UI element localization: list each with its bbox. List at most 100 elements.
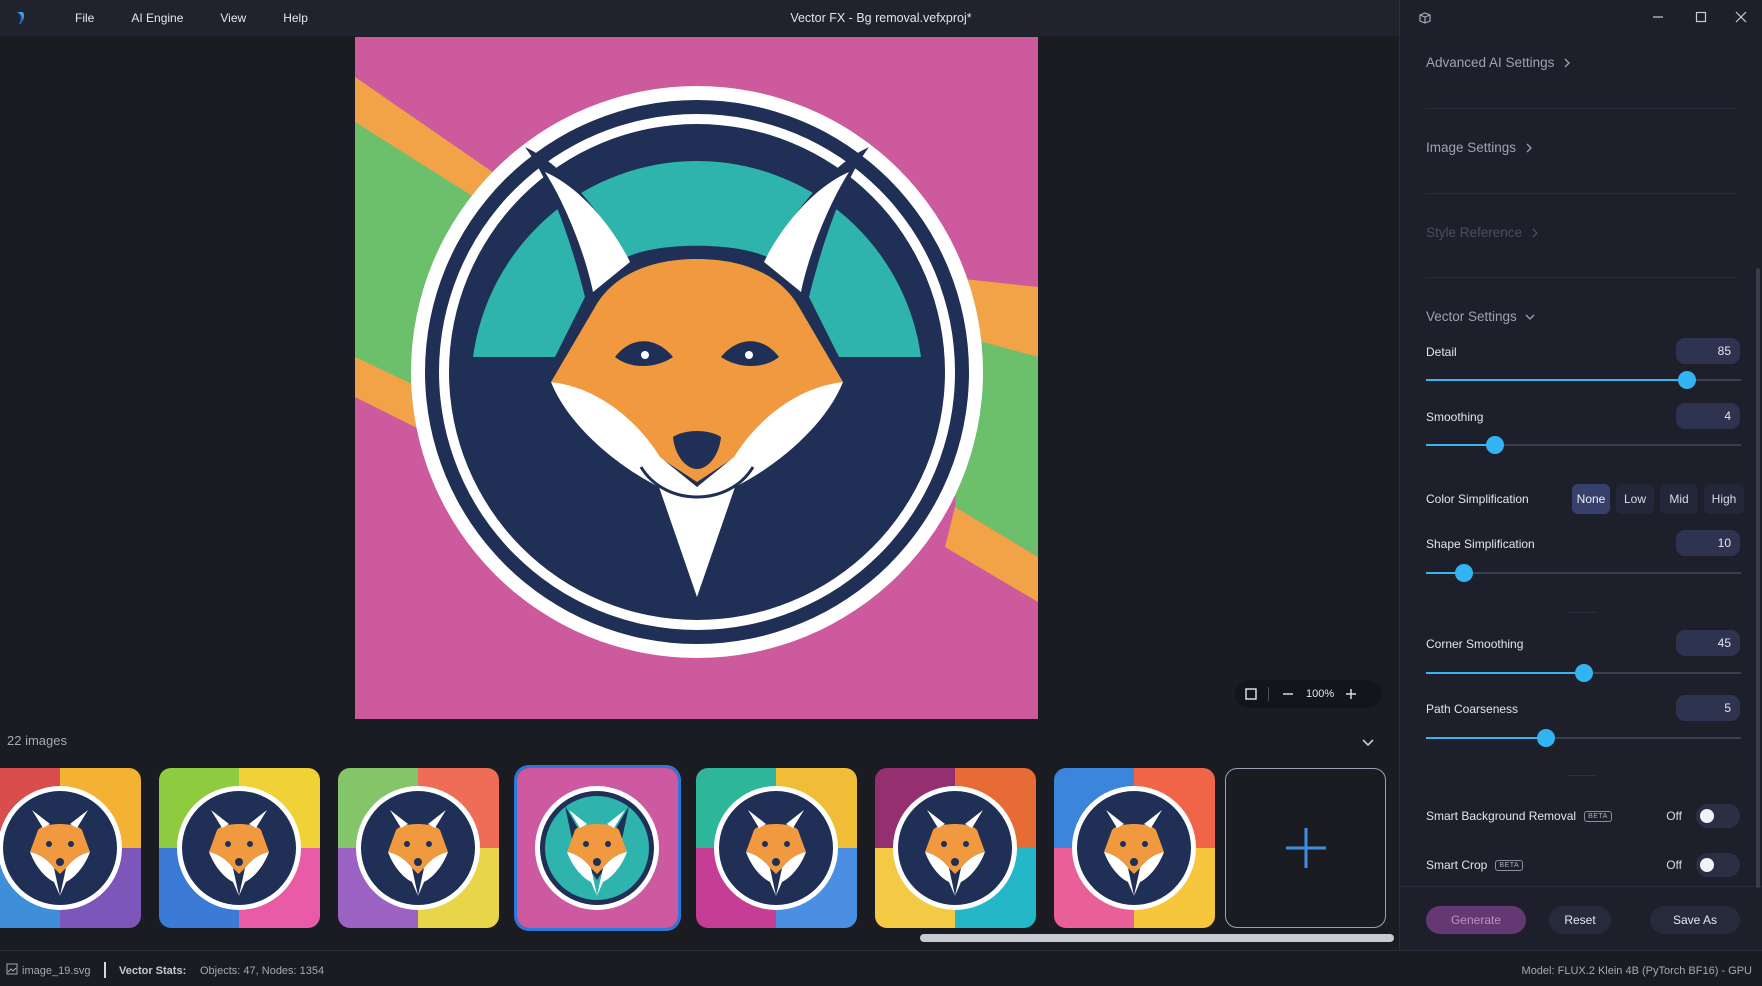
close-icon — [1735, 11, 1747, 23]
section-label: Advanced AI Settings — [1426, 55, 1555, 70]
smoothing-slider[interactable] — [1426, 436, 1741, 454]
corner-smoothing-value[interactable]: 45 — [1676, 630, 1740, 656]
gallery-thumbnail[interactable] — [0, 768, 141, 928]
detail-value[interactable]: 85 — [1676, 338, 1740, 364]
color-option-none[interactable]: None — [1572, 484, 1610, 514]
vector-stats-value: Objects: 47, Nodes: 1354 — [200, 965, 325, 977]
shape-simplification-slider[interactable] — [1426, 564, 1741, 582]
zoom-out-icon[interactable] — [1281, 687, 1295, 701]
smart-background-removal-label: Smart Background Removal — [1426, 809, 1577, 823]
status-bar: image_19.svg Vector Stats: Objects: 47, … — [0, 950, 1762, 986]
gallery-thumbnail[interactable] — [696, 768, 857, 928]
save-as-button[interactable]: Save As — [1650, 906, 1740, 934]
panel-icon[interactable] — [1417, 10, 1433, 26]
chevron-down-icon — [1525, 314, 1535, 320]
app-logo-icon — [17, 12, 24, 24]
smart-crop-row: Smart Crop BETA Off — [1426, 852, 1740, 878]
zoom-in-icon[interactable] — [1344, 687, 1358, 701]
chevron-down-icon[interactable] — [1360, 734, 1376, 750]
minimize-button[interactable] — [1645, 6, 1671, 28]
fox-thumbnail-image — [696, 768, 857, 928]
slider-thumb[interactable] — [1486, 436, 1505, 454]
vector-stats-label: Vector Stats: — [119, 965, 187, 977]
divider — [1568, 775, 1596, 776]
toggle-state: Off — [1666, 809, 1682, 823]
divider — [1568, 612, 1596, 613]
toggle-state: Off — [1666, 858, 1682, 872]
section-advanced-ai-settings[interactable]: Advanced AI Settings — [1426, 55, 1572, 70]
gallery-thumbnail[interactable] — [1054, 768, 1215, 928]
menu-help[interactable]: Help — [264, 0, 326, 36]
shape-simplification-value[interactable]: 10 — [1676, 530, 1740, 556]
gallery-thumbnail[interactable] — [159, 768, 320, 928]
smoothing-label: Smoothing — [1426, 410, 1484, 424]
path-coarseness-slider[interactable] — [1426, 729, 1741, 747]
section-label: Style Reference — [1426, 225, 1523, 240]
maximize-button[interactable] — [1688, 6, 1714, 28]
fox-logo-artwork — [355, 37, 1038, 719]
add-image-button[interactable] — [1225, 768, 1386, 928]
fox-thumbnail-image — [517, 768, 678, 928]
smoothing-value[interactable]: 4 — [1676, 403, 1740, 429]
zoom-toolbar: 100% — [1235, 680, 1382, 708]
color-option-low[interactable]: Low — [1616, 484, 1654, 514]
section-label: Vector Settings — [1426, 309, 1517, 324]
chevron-right-icon — [1526, 143, 1532, 152]
divider — [1426, 108, 1737, 109]
image-canvas[interactable] — [355, 37, 1038, 719]
shape-simplification-label: Shape Simplification — [1426, 537, 1535, 551]
reset-button[interactable]: Reset — [1549, 906, 1611, 934]
menu-file[interactable]: File — [57, 0, 112, 36]
image-count: 22 images — [7, 733, 67, 748]
beta-badge: BETA — [1495, 859, 1524, 871]
section-vector-settings[interactable]: Vector Settings — [1426, 309, 1535, 324]
slider-thumb[interactable] — [1574, 664, 1593, 682]
maximize-icon — [1695, 11, 1707, 23]
model-info: Model: FLUX.2 Klein 4B (PyTorch BF16) - … — [1521, 965, 1752, 977]
close-button[interactable] — [1728, 6, 1754, 28]
smart-crop-toggle[interactable] — [1696, 853, 1740, 877]
image-file-icon — [6, 963, 18, 975]
color-option-high[interactable]: High — [1704, 484, 1744, 514]
detail-label: Detail — [1426, 345, 1457, 359]
color-simplification-label: Color Simplification — [1426, 492, 1529, 506]
smart-crop-label: Smart Crop — [1426, 858, 1488, 872]
gallery-scrollbar[interactable] — [920, 934, 1394, 942]
gallery-thumbnail[interactable] — [517, 768, 678, 928]
slider-thumb[interactable] — [1536, 729, 1555, 747]
gallery-thumbnail[interactable] — [338, 768, 499, 928]
divider — [1426, 277, 1737, 278]
title-bar: File AI Engine View Help — [0, 0, 1399, 36]
menu-bar: File AI Engine View Help — [57, 0, 326, 36]
menu-ai-engine[interactable]: AI Engine — [112, 0, 201, 36]
beta-badge: BETA — [1584, 810, 1612, 822]
app-window: File AI Engine View Help Vector FX - Bg … — [0, 0, 1762, 986]
path-coarseness-label: Path Coarseness — [1426, 702, 1519, 716]
generate-button[interactable]: Generate — [1426, 906, 1526, 934]
menu-view[interactable]: View — [201, 0, 264, 36]
section-image-settings[interactable]: Image Settings — [1426, 140, 1534, 155]
chevron-right-icon — [1532, 228, 1538, 237]
path-coarseness-value[interactable]: 5 — [1676, 695, 1740, 721]
gallery-header: 22 images — [0, 721, 1399, 761]
smart-background-removal-toggle[interactable] — [1696, 804, 1740, 828]
slider-thumb[interactable] — [1678, 371, 1697, 389]
corner-smoothing-label: Corner Smoothing — [1426, 637, 1524, 651]
divider — [1426, 193, 1737, 194]
section-style-reference: Style Reference — [1426, 225, 1540, 240]
fox-thumbnail-image — [159, 768, 320, 928]
gallery-thumbnail[interactable] — [875, 768, 1036, 928]
detail-slider[interactable] — [1426, 371, 1741, 389]
color-simplification-selector: None Low Mid High — [1572, 484, 1744, 514]
status-separator — [104, 962, 106, 978]
slider-thumb[interactable] — [1454, 564, 1473, 582]
corner-smoothing-slider[interactable] — [1426, 664, 1741, 682]
panel-scrollbar[interactable] — [1756, 268, 1760, 888]
current-file-name: image_19.svg — [22, 965, 91, 977]
fit-screen-icon[interactable] — [1244, 687, 1258, 701]
chevron-right-icon — [1564, 58, 1571, 67]
color-option-mid[interactable]: Mid — [1660, 484, 1698, 514]
fox-thumbnail-image — [875, 768, 1036, 928]
toggle-knob — [1700, 858, 1714, 872]
panel-header — [1400, 0, 1762, 36]
